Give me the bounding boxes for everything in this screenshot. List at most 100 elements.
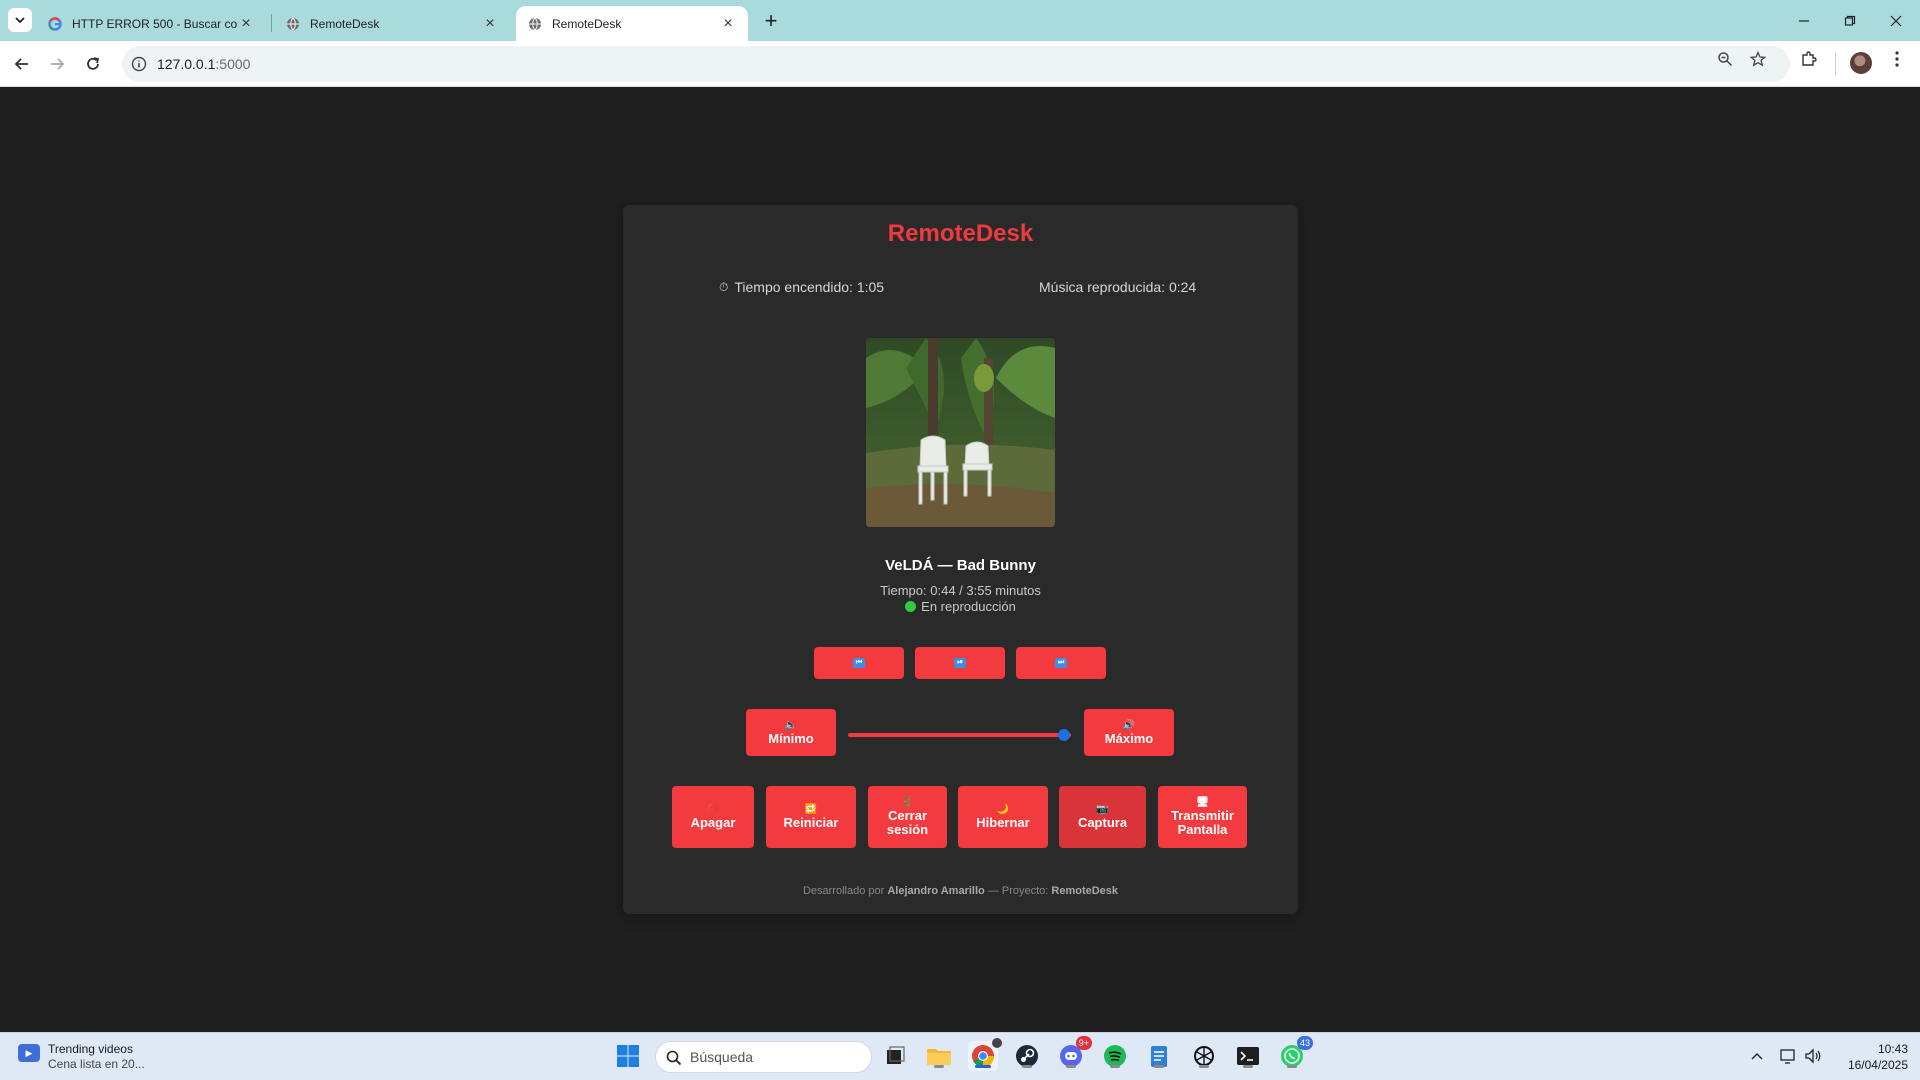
volume-max-label: Máximo <box>1104 730 1154 746</box>
hibernate-label: Hibernar <box>976 815 1030 830</box>
notepad-button[interactable] <box>1144 1041 1174 1071</box>
volume-slider-thumb[interactable] <box>1058 729 1071 741</box>
close-window-button[interactable] <box>1873 0 1919 41</box>
browser-tab-strip: HTTP ERROR 500 - Buscar con Google × Rem… <box>0 0 1920 41</box>
steam-button[interactable] <box>1012 1041 1042 1071</box>
restore-icon <box>1844 15 1856 26</box>
menu-button[interactable] <box>1888 50 1906 68</box>
album-cover <box>866 338 1055 527</box>
play-pause-button[interactable]: ⏯ <box>915 647 1005 679</box>
site-info-icon[interactable] <box>131 56 147 72</box>
footer-author: Alejandro Amarillo <box>887 885 985 897</box>
terminal-icon <box>1237 1047 1259 1065</box>
zoom-out-icon <box>1718 52 1733 67</box>
address-bar[interactable]: 127.0.0.1:5000 <box>122 46 1790 82</box>
new-tab-button[interactable]: + <box>758 8 784 34</box>
stream-screen-button[interactable]: 🖥 Transmitir Pantalla <box>1158 786 1247 848</box>
music-stat: ♪ Música reproducida: 0:24 <box>1027 279 1196 295</box>
forward-button[interactable] <box>43 50 71 78</box>
music-note-icon: ♪ <box>1027 280 1033 294</box>
volume-min-button[interactable]: 🔈 Mínimo <box>746 709 836 756</box>
track-title: VeLDÁ — Bad Bunny <box>885 557 1036 574</box>
footer-prefix: Desarrollado por <box>802 885 885 897</box>
next-track-button[interactable]: ⏭ <box>1016 647 1106 679</box>
close-tab-icon[interactable]: × <box>720 15 736 32</box>
taskbar-search[interactable]: Búsqueda <box>655 1041 872 1073</box>
terminal-button[interactable] <box>1233 1041 1263 1071</box>
discord-button[interactable]: 9+ <box>1056 1036 1092 1071</box>
speaker-high-icon: 🔊 <box>1122 719 1136 731</box>
url-text: 127.0.0.1:5000 <box>157 56 250 72</box>
shutdown-label: Apagar <box>690 815 736 830</box>
puzzle-icon <box>1802 51 1817 66</box>
chatgpt-button[interactable] <box>1189 1041 1219 1071</box>
close-tab-icon[interactable]: × <box>482 15 498 32</box>
active-indicator <box>975 1065 991 1068</box>
tab-title: HTTP ERROR 500 - Buscar con Google <box>72 16 238 31</box>
chrome-button[interactable] <box>968 1038 1002 1071</box>
show-hidden-icons-button[interactable] <box>1748 1047 1766 1065</box>
bookmark-button[interactable] <box>1749 50 1767 68</box>
uptime-stat: ⏱ Tiempo encendido: 1:05 <box>719 279 884 295</box>
task-view-button[interactable] <box>880 1041 910 1071</box>
running-indicator <box>1243 1065 1253 1068</box>
globe-icon <box>529 17 541 30</box>
chevron-down-icon <box>15 17 25 24</box>
playback-status: En reproducción <box>623 599 1298 614</box>
zoom-button[interactable] <box>1716 50 1734 68</box>
network-icon <box>1780 1049 1795 1064</box>
next-track-icon: ⏭ <box>1055 658 1067 668</box>
tab-search-button[interactable] <box>8 8 32 32</box>
browser-toolbar: 127.0.0.1:5000 <box>0 41 1920 87</box>
running-indicator <box>1199 1065 1209 1068</box>
logout-button[interactable]: 🚪 Cerrar sesión <box>868 786 947 848</box>
task-view-icon <box>887 1046 905 1064</box>
tab-title: RemoteDesk <box>552 16 622 31</box>
stream-label-line1: Transmitir <box>1171 808 1234 823</box>
reload-button[interactable] <box>79 50 107 78</box>
previous-track-icon: ⏮ <box>853 658 865 668</box>
back-button[interactable] <box>8 50 36 78</box>
volume-max-button[interactable]: 🔊 Máximo <box>1084 709 1174 756</box>
discord-badge: 9+ <box>1075 1036 1092 1050</box>
play-pause-icon: ⏯ <box>954 658 966 668</box>
track-time: Tiempo: 0:44 / 3:55 minutos <box>880 583 1041 598</box>
running-indicator <box>1022 1065 1032 1068</box>
whatsapp-badge: 43 <box>1296 1036 1313 1050</box>
folder-icon <box>927 1049 951 1065</box>
profile-avatar[interactable] <box>1850 52 1872 74</box>
more-vertical-icon <box>1895 51 1899 67</box>
widget-title: Trending videos <box>48 1042 133 1056</box>
spotify-button[interactable] <box>1100 1041 1130 1071</box>
restore-button[interactable] <box>1827 0 1873 41</box>
clock-date: 16/04/2025 <box>1847 1058 1908 1072</box>
screenshot-button[interactable]: 📷 Captura <box>1059 786 1146 848</box>
whatsapp-button[interactable]: 43 <box>1277 1036 1313 1071</box>
volume-tray-button[interactable] <box>1804 1047 1822 1065</box>
tab-google-search[interactable]: HTTP ERROR 500 - Buscar con Google × <box>36 6 266 41</box>
widgets-button[interactable]: ▶ Trending videos Cena lista en 20... <box>18 1042 145 1071</box>
running-indicator <box>1287 1065 1297 1068</box>
file-explorer-button[interactable] <box>924 1041 954 1071</box>
start-button[interactable] <box>613 1041 643 1071</box>
album-cover-image <box>866 338 1055 527</box>
tab-title: RemoteDesk <box>310 16 380 31</box>
minimize-icon <box>1799 19 1809 22</box>
network-button[interactable] <box>1779 1047 1797 1065</box>
restart-button[interactable]: 🔁 Reiniciar <box>766 786 856 848</box>
speaker-low-icon: 🔈 <box>784 719 798 731</box>
volume-slider[interactable] <box>848 733 1071 737</box>
globe-icon <box>287 17 299 30</box>
tab-remotedesk-active[interactable]: RemoteDesk × <box>516 6 748 41</box>
shutdown-button[interactable]: ⭕ Apagar <box>672 786 754 848</box>
system-clock[interactable]: 10:43 16/04/2025 <box>1836 1041 1908 1073</box>
previous-track-button[interactable]: ⏮ <box>814 647 904 679</box>
footer-middle: — Proyecto: <box>987 885 1049 897</box>
page-viewport: RemoteDesk ⏱ Tiempo encendido: 1:05 ♪ Mú… <box>0 87 1920 1032</box>
arrow-right-icon <box>51 58 65 70</box>
extensions-button[interactable] <box>1800 50 1818 68</box>
tab-remotedesk-1[interactable]: RemoteDesk × <box>274 6 510 41</box>
close-tab-icon[interactable]: × <box>238 15 254 32</box>
hibernate-button[interactable]: 🌙 Hibernar <box>958 786 1048 848</box>
minimize-button[interactable] <box>1781 0 1827 41</box>
